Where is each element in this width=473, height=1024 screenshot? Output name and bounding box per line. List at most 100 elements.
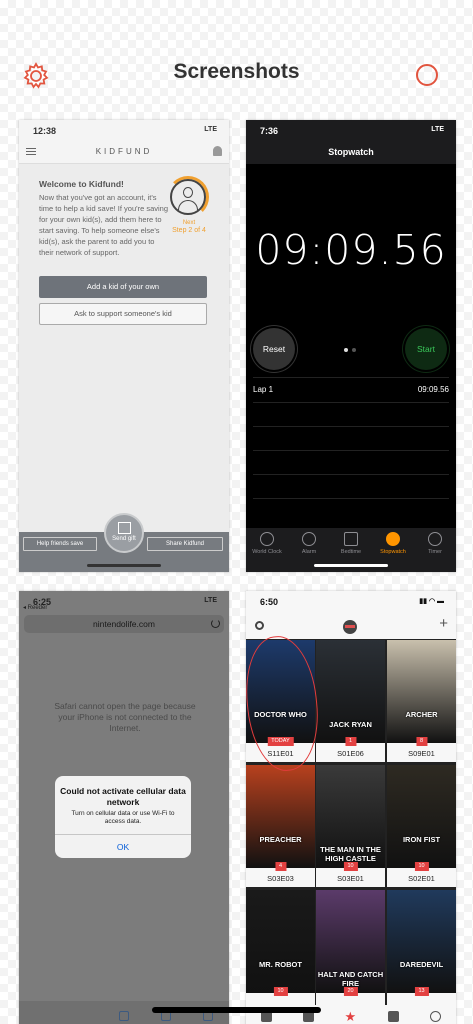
- episode-label: S03E01: [337, 874, 364, 883]
- record-button[interactable]: [416, 64, 438, 86]
- home-indicator: [314, 564, 388, 567]
- divider: [253, 474, 449, 475]
- episode-count-badge: 1: [344, 737, 357, 746]
- poster-title: PREACHER: [259, 835, 302, 844]
- bell-icon[interactable]: [213, 146, 222, 156]
- status-bar: 7:36 LTE: [246, 120, 456, 140]
- reset-button[interactable]: Reset: [253, 328, 295, 370]
- gift-icon: [118, 522, 131, 534]
- person-shoulders: [178, 200, 198, 210]
- star-icon[interactable]: ★: [344, 1010, 357, 1023]
- show-tile[interactable]: MR. ROBOT 10: [246, 890, 315, 1012]
- page-dots: [344, 348, 356, 352]
- forward-arrow-icon[interactable]: [77, 1011, 87, 1021]
- send-gift-label: Send gift: [112, 536, 136, 542]
- ok-button[interactable]: OK: [55, 834, 191, 858]
- share-kidfund-button[interactable]: Share Kidfund: [147, 537, 223, 551]
- episode-label: S03E03: [267, 874, 294, 883]
- status-bar: 12:38 LTE: [19, 120, 229, 140]
- share-icon[interactable]: [119, 1011, 129, 1021]
- status-signal: LTE: [431, 126, 444, 133]
- screenshot-card-tv-app[interactable]: 6:50 ▮▮ ◠ ▬ + DOCTOR WHO TODAY S11E01 JACK …: [246, 591, 456, 1024]
- welcome-heading: Welcome to Kidfund!: [39, 179, 124, 189]
- alert-message: Turn on cellular data or use Wi-Fi to ac…: [71, 810, 175, 825]
- home-indicator: [87, 564, 161, 567]
- status-signal: LTE: [204, 597, 217, 604]
- app-header: +: [246, 611, 456, 639]
- lap-label: Lap 1: [253, 385, 274, 394]
- divider: [253, 426, 449, 427]
- status-time: 6:50: [260, 597, 279, 607]
- add-icon[interactable]: +: [439, 615, 448, 632]
- error-message: Safari cannot open the page because your…: [54, 701, 196, 733]
- search-icon[interactable]: [429, 1011, 441, 1022]
- show-poster: DAREDEVIL: [387, 890, 456, 993]
- bed-icon: [344, 532, 358, 546]
- status-bar: 6:25 LTE: [19, 591, 229, 611]
- poster-title: THE MAN IN THE HIGH CASTLE: [320, 845, 381, 863]
- divider: [253, 402, 449, 403]
- episode-count-badge: 10: [343, 862, 358, 871]
- ask-support-button[interactable]: Ask to support someone's kid: [39, 303, 207, 325]
- timer-icon: [428, 532, 442, 546]
- send-gift-button[interactable]: [104, 513, 144, 553]
- tab-label: Timer: [428, 549, 442, 555]
- show-poster: HALT AND CATCH FIRE: [316, 890, 385, 993]
- show-poster: IRON FIST: [387, 765, 456, 868]
- poster-title: JACK RYAN: [329, 720, 372, 729]
- poster-title: IRON FIST: [402, 835, 441, 844]
- app-logo-icon: [343, 620, 357, 634]
- lap-time: 09:09.56: [417, 385, 449, 394]
- status-bar: 6:50 ▮▮ ◠ ▬: [246, 591, 456, 611]
- show-tile[interactable]: HALT AND CATCH FIRE 20: [316, 890, 385, 1012]
- globe-icon: [260, 532, 274, 546]
- show-tile[interactable]: PREACHER 4 S03E03: [246, 765, 315, 887]
- episode-count-badge: 20: [343, 987, 358, 996]
- page-dot-active: [344, 348, 348, 352]
- app-title: Stopwatch: [246, 140, 456, 164]
- tab-label: Alarm: [301, 549, 317, 555]
- show-poster: THE MAN IN THE HIGH CASTLE: [316, 765, 385, 868]
- episode-count-badge: 10: [273, 987, 288, 996]
- stopwatch-icon: [386, 532, 400, 546]
- screenshot-card-stopwatch[interactable]: 7:36 LTE Stopwatch 09:09.56 Reset Start …: [246, 120, 456, 572]
- screenshot-card-safari[interactable]: 6:25 LTE ◂ Reeder nintendolife.com Safar…: [19, 591, 229, 1024]
- screenshot-card-kidfund[interactable]: 12:38 LTE KIDFUND Welcome to Kidfund! No…: [19, 120, 229, 572]
- divider: [253, 377, 449, 378]
- page-dot: [352, 348, 356, 352]
- show-tile[interactable]: IRON FIST 10 S02E01: [387, 765, 456, 887]
- reload-icon[interactable]: [211, 619, 220, 628]
- page-title: Screenshots: [173, 60, 300, 83]
- url-bar[interactable]: nintendolife.com: [24, 615, 224, 633]
- divider: [253, 498, 449, 499]
- status-time: 7:36: [260, 126, 279, 136]
- show-tile[interactable]: JACK RYAN 1 S01E06: [316, 640, 385, 762]
- app-header: KIDFUND: [19, 140, 229, 164]
- episode-count-badge: 13: [414, 987, 429, 996]
- step-label: Step 2 of 4: [172, 227, 206, 234]
- show-tile[interactable]: DAREDEVIL 13: [387, 890, 456, 1012]
- start-button[interactable]: Start: [405, 328, 447, 370]
- poster-title: MR. ROBOT: [259, 960, 302, 969]
- tab-timer[interactable]: Timer: [414, 528, 456, 572]
- alarm-clock-icon: [302, 532, 316, 546]
- poster-title: HALT AND CATCH FIRE: [317, 970, 384, 988]
- episode-label: S02E01: [408, 874, 435, 883]
- tab-label: World Clock: [252, 549, 282, 555]
- status-time: 12:38: [33, 126, 57, 136]
- add-kid-button[interactable]: Add a kid of your own: [39, 276, 207, 298]
- back-arrow-icon[interactable]: [35, 1011, 45, 1021]
- tab-label: Stopwatch: [380, 549, 406, 555]
- episode-count-badge: 4: [274, 862, 287, 871]
- calendar-icon[interactable]: [388, 1011, 400, 1022]
- status-wifi-icon: ▮▮ ◠ ▬: [419, 598, 444, 605]
- gear-icon[interactable]: [255, 621, 264, 630]
- show-tile[interactable]: ARCHER 8 S09E01: [387, 640, 456, 762]
- back-to-app-link[interactable]: ◂ Reeder: [23, 604, 47, 611]
- tab-world-clock[interactable]: World Clock: [246, 528, 288, 572]
- show-poster: ARCHER: [387, 640, 456, 743]
- help-friends-button[interactable]: Help friends save: [23, 537, 97, 551]
- alert-dialog: Could not activate cellular data network…: [55, 776, 191, 858]
- show-tile[interactable]: THE MAN IN THE HIGH CASTLE 10 S03E01: [316, 765, 385, 887]
- show-poster: JACK RYAN: [316, 640, 385, 743]
